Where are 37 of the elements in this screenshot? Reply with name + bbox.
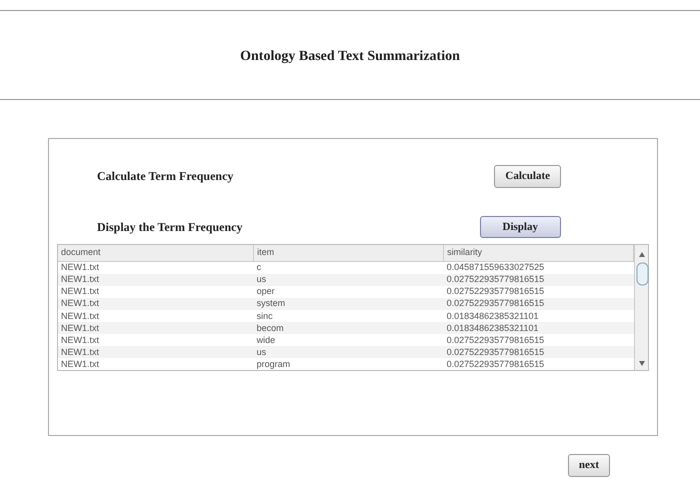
table-cell: NEW1.txt	[58, 298, 254, 310]
table-cell: 0.027522935779816515	[444, 358, 634, 370]
table-cell: wide	[254, 334, 444, 346]
action-label: Display the Term Frequency	[97, 218, 242, 236]
table-cell: program	[254, 358, 444, 370]
table-cell: NEW1.txt	[58, 286, 254, 298]
column-header[interactable]: item	[254, 245, 444, 261]
table-cell: us	[254, 274, 444, 286]
table-cell: NEW1.txt	[58, 358, 254, 370]
display-button[interactable]: Display	[480, 216, 561, 238]
column-header[interactable]: similarity	[444, 245, 634, 261]
table-cell: system	[254, 298, 444, 310]
table-cell: 0.01834862385321101	[444, 310, 634, 322]
table-cell: oper	[254, 286, 444, 298]
table-cell: c	[254, 261, 444, 274]
table-cell: NEW1.txt	[58, 346, 254, 358]
table-cell: 0.027522935779816515	[444, 346, 634, 358]
table-cell: NEW1.txt	[58, 334, 254, 346]
table-cell: NEW1.txt	[58, 322, 254, 334]
next-button[interactable]: next	[568, 454, 610, 476]
table-cell: NEW1.txt	[58, 274, 254, 286]
table-cell: NEW1.txt	[58, 261, 254, 274]
table-cell: sinc	[254, 310, 444, 322]
table-cell: 0.045871559633027525	[444, 261, 634, 274]
table-cell: 0.027522935779816515	[444, 286, 634, 298]
scrollbar[interactable]	[634, 245, 648, 370]
table-cell: becom	[254, 322, 444, 334]
column-header[interactable]: document	[58, 245, 254, 261]
table-cell: 0.027522935779816515	[444, 298, 634, 310]
table-cell: us	[254, 346, 444, 358]
table-cell: 0.027522935779816515	[444, 274, 634, 286]
table-cell: NEW1.txt	[58, 310, 254, 322]
table-cell: 0.01834862385321101	[444, 322, 634, 334]
app-title: Ontology Based Text Summarization	[239, 48, 461, 66]
action-label: Calculate Term Frequency	[97, 168, 234, 186]
calculate-button[interactable]: Calculate	[494, 165, 561, 188]
table-cell: 0.027522935779816515	[444, 334, 634, 346]
